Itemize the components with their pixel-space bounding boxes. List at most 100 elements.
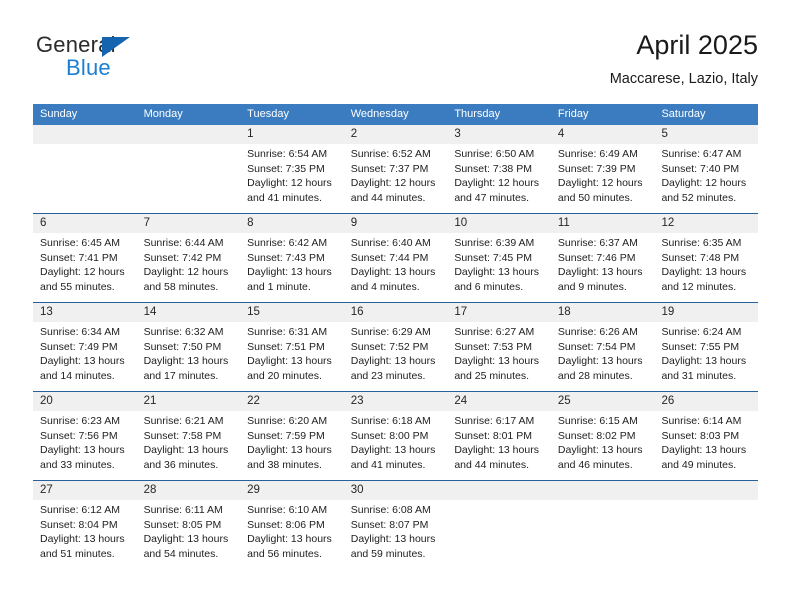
day-cell[interactable]: Sunrise: 6:18 AM Sunset: 8:00 PM Daylight:… [344,411,448,480]
day-cell[interactable]: Sunrise: 6:08 AM Sunset: 8:07 PM Daylight:… [344,500,448,569]
day-detail-line: Sunset: 7:40 PM [661,162,740,175]
day-cell[interactable]: Sunrise: 6:10 AM Sunset: 8:06 PM Daylight:… [240,500,344,569]
day-number[interactable]: 29 [240,481,344,500]
day-cell[interactable]: Sunrise: 6:49 AM Sunset: 7:39 PM Daylight:… [551,144,655,213]
calendar-week-row: 6 7 8 9 10 11 12 Sunrise: 6:45 AM Sunset: 7:41 P… [33,213,758,302]
day-number[interactable]: 16 [344,303,448,322]
day-detail-line: Sunset: 8:01 PM [454,429,532,442]
day-detail-line: and 9 minutes. [557,280,627,293]
day-number[interactable]: 28 [137,481,241,500]
day-number[interactable] [33,125,137,144]
day-cell[interactable]: Sunrise: 6:45 AM Sunset: 7:41 PM Daylight:… [33,233,137,302]
day-cell[interactable] [551,500,655,569]
day-detail-line: and 31 minutes. [661,369,737,382]
day-cell[interactable]: Sunrise: 6:35 AM Sunset: 7:48 PM Daylight:… [654,233,758,302]
day-number[interactable]: 20 [33,392,137,411]
day-detail-line: Daylight: 12 hours [661,177,747,190]
day-cell[interactable] [654,500,758,569]
day-number[interactable]: 25 [551,392,655,411]
day-number[interactable]: 19 [654,303,758,322]
day-cell[interactable]: Sunrise: 6:34 AM Sunset: 7:49 PM Daylight:… [33,322,137,391]
day-number[interactable] [654,481,758,500]
day-cell[interactable]: Sunrise: 6:27 AM Sunset: 7:53 PM Daylight:… [447,322,551,391]
day-cell[interactable]: Sunrise: 6:14 AM Sunset: 8:03 PM Daylight:… [654,411,758,480]
day-number[interactable]: 26 [654,392,758,411]
day-detail-line: and 25 minutes. [454,369,530,382]
day-cell[interactable]: Sunrise: 6:21 AM Sunset: 7:58 PM Daylight:… [137,411,241,480]
day-cell[interactable]: Sunrise: 6:15 AM Sunset: 8:02 PM Daylight:… [551,411,655,480]
day-cell[interactable]: Sunrise: 6:26 AM Sunset: 7:54 PM Daylight:… [551,322,655,391]
day-detail-line: Daylight: 12 hours [350,177,436,190]
day-number[interactable]: 23 [344,392,448,411]
page-title: April 2025 [636,30,758,60]
day-number[interactable]: 6 [33,214,137,233]
day-number[interactable]: 18 [551,303,655,322]
day-detail-line: Sunset: 7:59 PM [247,429,325,442]
day-cell[interactable]: Sunrise: 6:31 AM Sunset: 7:51 PM Daylight:… [240,322,344,391]
day-number[interactable]: 4 [551,125,655,144]
day-cell[interactable]: Sunrise: 6:29 AM Sunset: 7:52 PM Daylight:… [344,322,448,391]
day-number[interactable]: 27 [33,481,137,500]
day-number[interactable] [447,481,551,500]
day-cell[interactable]: Sunrise: 6:47 AM Sunset: 7:40 PM Daylight:… [654,144,758,213]
day-cell[interactable]: Sunrise: 6:54 AM Sunset: 7:35 PM Daylight:… [240,144,344,213]
day-detail-line: and 44 minutes. [350,191,426,204]
day-number[interactable]: 10 [447,214,551,233]
day-detail-line: Daylight: 13 hours [247,266,332,279]
day-cell[interactable]: Sunrise: 6:20 AM Sunset: 7:59 PM Daylight:… [240,411,344,480]
day-detail-line: Daylight: 12 hours [40,266,125,279]
day-number[interactable]: 21 [137,392,241,411]
day-detail-line: Sunrise: 6:31 AM [247,326,328,338]
day-detail-line: and 4 minutes. [350,280,420,293]
day-detail-line: Sunset: 8:05 PM [143,518,222,531]
day-number[interactable]: 30 [344,481,448,500]
day-detail-line: Sunrise: 6:20 AM [247,415,328,427]
week-day-numbers: 20 21 22 23 24 25 26 [33,392,758,411]
calendar-week-row: 1 2 3 4 5 Sunrise: 6:54 AM Sunset: 7:35 PM Dayl… [33,125,758,213]
day-detail-line: Sunset: 7:58 PM [143,429,222,442]
day-number[interactable] [137,125,241,144]
day-number[interactable]: 5 [654,125,758,144]
day-cell[interactable]: Sunrise: 6:12 AM Sunset: 8:04 PM Daylight:… [33,500,137,569]
logo-text-blue: Blue [66,55,111,80]
day-cell[interactable] [137,144,241,213]
day-cell[interactable]: Sunrise: 6:24 AM Sunset: 7:55 PM Daylight:… [654,322,758,391]
day-cell[interactable]: Sunrise: 6:50 AM Sunset: 7:38 PM Daylight:… [447,144,551,213]
day-number[interactable]: 7 [137,214,241,233]
day-number[interactable]: 3 [447,125,551,144]
day-number[interactable]: 13 [33,303,137,322]
day-number[interactable]: 14 [137,303,241,322]
day-cell[interactable]: Sunrise: 6:32 AM Sunset: 7:50 PM Daylight:… [137,322,241,391]
day-number[interactable]: 1 [240,125,344,144]
day-cell[interactable]: Sunrise: 6:52 AM Sunset: 7:37 PM Daylight:… [344,144,448,213]
day-detail-line: Sunset: 7:46 PM [557,251,636,264]
day-cell[interactable]: Sunrise: 6:39 AM Sunset: 7:45 PM Daylight:… [447,233,551,302]
day-cell[interactable]: Sunrise: 6:42 AM Sunset: 7:43 PM Daylight:… [240,233,344,302]
week-day-details: Sunrise: 6:12 AM Sunset: 8:04 PM Daylight:… [33,500,758,569]
calendar-week-row: 27 28 29 30 Sunrise: 6:12 AM Sunset: 8:04 PM D… [33,480,758,569]
day-number[interactable]: 24 [447,392,551,411]
day-detail-line: and 41 minutes. [247,191,322,204]
day-cell[interactable]: Sunrise: 6:44 AM Sunset: 7:42 PM Daylight:… [137,233,241,302]
day-cell[interactable]: Sunrise: 6:11 AM Sunset: 8:05 PM Daylight:… [137,500,241,569]
logo-triangle-icon [102,37,130,57]
day-number[interactable]: 17 [447,303,551,322]
day-cell[interactable]: Sunrise: 6:37 AM Sunset: 7:46 PM Daylight:… [551,233,655,302]
day-number[interactable]: 12 [654,214,758,233]
day-cell[interactable] [447,500,551,569]
day-number[interactable]: 8 [240,214,344,233]
day-number[interactable]: 22 [240,392,344,411]
day-cell[interactable]: Sunrise: 6:17 AM Sunset: 8:01 PM Daylight:… [447,411,551,480]
day-cell[interactable]: Sunrise: 6:23 AM Sunset: 7:56 PM Daylight:… [33,411,137,480]
day-cell[interactable]: Sunrise: 6:40 AM Sunset: 7:44 PM Daylight:… [344,233,448,302]
day-detail-line: and 17 minutes. [143,369,219,382]
day-detail-line: Sunrise: 6:35 AM [661,237,742,249]
day-number[interactable]: 15 [240,303,344,322]
day-number[interactable] [551,481,655,500]
day-detail-line: Sunset: 7:38 PM [454,162,532,175]
day-number[interactable]: 9 [344,214,448,233]
day-cell[interactable] [33,144,137,213]
day-number[interactable]: 2 [344,125,448,144]
day-detail-line: Sunset: 8:00 PM [350,429,429,442]
day-number[interactable]: 11 [551,214,655,233]
